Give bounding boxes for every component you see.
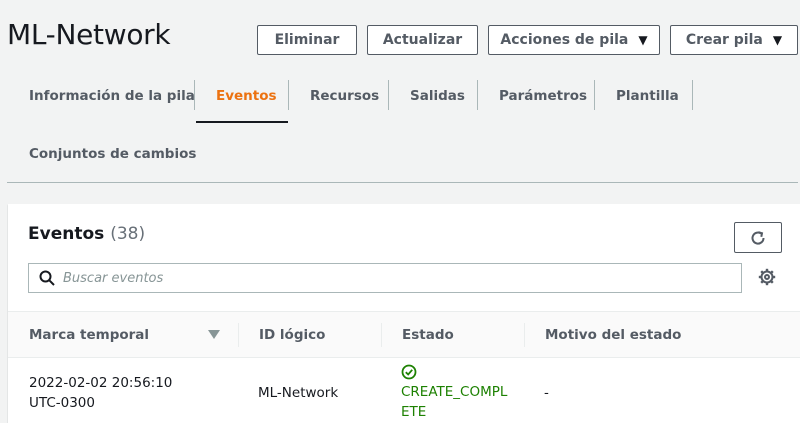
events-heading: Eventos (38) (28, 224, 145, 244)
column-header-status[interactable]: Estado (402, 312, 454, 357)
active-tab-indicator (196, 121, 288, 123)
status-reason-cell: - (544, 385, 549, 401)
column-header-status-reason[interactable]: Motivo del estado (545, 312, 681, 357)
status-text-line2: ETE (401, 404, 427, 420)
tab-divider (288, 80, 289, 110)
status-text-line1: CREATE_COMPL (401, 384, 508, 400)
tab-label: Plantilla (616, 88, 679, 104)
tab-divider (194, 80, 195, 110)
column-divider (381, 323, 382, 347)
create-stack-label: Crear pila (685, 32, 763, 48)
column-header-label: Estado (402, 326, 454, 343)
caret-down-icon: ▼ (638, 33, 648, 47)
caret-down-icon: ▼ (772, 33, 783, 47)
column-header-label: ID lógico (259, 326, 326, 343)
stack-actions-dropdown[interactable]: Acciones de pila ▼ (488, 25, 660, 55)
tab-label: Información de la pila (29, 88, 195, 104)
events-count: (38) (110, 224, 146, 244)
tabs-divider (7, 182, 798, 183)
tab-parameters[interactable]: Parámetros (499, 84, 587, 108)
column-header-label: Motivo del estado (545, 326, 682, 343)
tab-label: Recursos (310, 88, 380, 104)
tab-outputs[interactable]: Salidas (410, 84, 465, 108)
column-header-label: Marca temporal (29, 326, 150, 343)
tab-divider (594, 80, 595, 110)
search-box[interactable] (28, 263, 742, 293)
column-header-timestamp[interactable]: Marca temporal (29, 312, 149, 357)
tab-change-sets[interactable]: Conjuntos de cambios (29, 142, 196, 166)
tab-divider (388, 80, 389, 110)
search-icon (39, 270, 55, 286)
delete-button-label: Eliminar (274, 32, 340, 48)
stack-actions-label: Acciones de pila (500, 32, 629, 48)
refresh-button[interactable] (734, 222, 782, 253)
column-header-logical-id[interactable]: ID lógico (259, 312, 325, 357)
create-stack-dropdown[interactable]: Crear pila ▼ (670, 25, 798, 55)
column-divider (524, 323, 525, 347)
delete-button[interactable]: Eliminar (257, 25, 357, 55)
check-circle-icon (401, 364, 417, 380)
tab-divider (692, 80, 693, 110)
tab-stack-info[interactable]: Información de la pila (29, 84, 195, 108)
tab-template[interactable]: Plantilla (616, 84, 679, 108)
tab-label: Conjuntos de cambios (29, 146, 197, 162)
timestamp-date: 2022-02-02 20:56:10 (29, 375, 173, 391)
tab-label: Salidas (410, 88, 465, 104)
events-panel: Eventos (38) Marca temporal (8, 204, 800, 423)
logical-id-cell: ML-Network (258, 385, 339, 401)
status-cell: CREATE_COMPL ETE (401, 364, 507, 422)
tab-label: Parámetros (499, 88, 588, 104)
update-button[interactable]: Actualizar (367, 25, 478, 55)
events-title: Eventos (28, 224, 105, 244)
tab-resources[interactable]: Recursos (310, 84, 379, 108)
search-input[interactable] (63, 270, 723, 286)
timestamp-timezone: UTC-0300 (29, 395, 95, 411)
tab-events[interactable]: Eventos (216, 84, 277, 108)
tab-label: Eventos (216, 88, 277, 104)
update-button-label: Actualizar (382, 32, 463, 48)
table-header: Marca temporal ID lógico Estado Motivo d… (8, 311, 800, 358)
refresh-icon (751, 230, 765, 245)
sort-down-icon[interactable] (208, 330, 220, 339)
column-divider (238, 323, 239, 347)
tab-divider (477, 80, 478, 110)
stack-title: ML-Network (7, 18, 171, 51)
gear-icon[interactable] (758, 268, 776, 286)
timestamp-cell: 2022-02-02 20:56:10 UTC-0300 (29, 373, 172, 413)
